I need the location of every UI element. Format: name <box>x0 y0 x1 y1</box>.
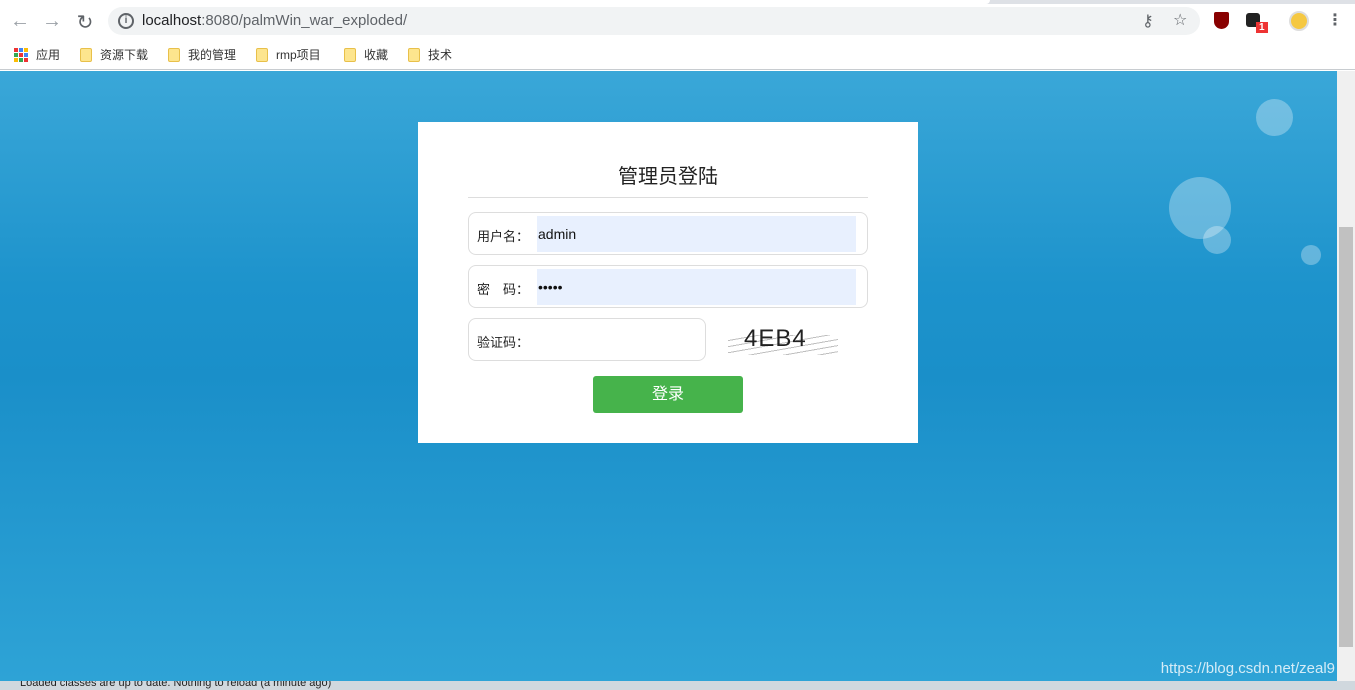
scrollbar-thumb[interactable] <box>1339 227 1353 647</box>
reload-icon[interactable]: ↻ <box>73 10 97 35</box>
watermark: https://blog.csdn.net/zeal9 <box>1160 660 1335 677</box>
bookmark-label: 技术 <box>428 48 453 62</box>
forward-icon[interactable]: → <box>40 10 64 33</box>
captcha-label: 验证码： <box>477 335 530 350</box>
login-button[interactable]: 登录 <box>593 376 743 413</box>
info-icon[interactable]: i <box>118 13 134 29</box>
browser-toolbar: ← → ↻ i localhost:8080/palmWin_war_explo… <box>0 4 1355 38</box>
menu-icon[interactable]: ⋮ <box>1327 10 1343 30</box>
captcha-field[interactable]: 验证码： <box>468 318 706 361</box>
folder-icon <box>80 47 92 62</box>
bookmark-folder[interactable]: 收藏 <box>344 46 388 63</box>
url-path: :8080/palmWin_war_exploded/ <box>201 12 408 29</box>
bookmark-folder[interactable]: 技术 <box>408 46 452 63</box>
password-input[interactable]: ••••• <box>537 269 856 305</box>
url-host: localhost <box>142 12 202 29</box>
bookmark-folder[interactable]: 资源下载 <box>80 46 148 63</box>
star-icon[interactable]: ☆ <box>1173 10 1187 30</box>
login-card: 管理员登陆 用户名： admin 密 码： ••••• 验证码： 4EB4 登录 <box>418 122 918 443</box>
login-title: 管理员登陆 <box>468 160 868 198</box>
bookmarks-bar: 应用 资源下载 我的管理 rmp项目 收藏 技术 <box>0 38 1355 70</box>
address-bar[interactable]: i localhost:8080/palmWin_war_exploded/ ⚷… <box>108 7 1200 35</box>
bookmark-folder[interactable]: 我的管理 <box>168 46 236 63</box>
page-background: 管理员登陆 用户名： admin 密 码： ••••• 验证码： 4EB4 登录… <box>0 71 1337 681</box>
bookmark-label: rmp项目 <box>276 48 321 62</box>
bookmark-apps[interactable]: 应用 <box>14 46 60 63</box>
key-icon[interactable]: ⚷ <box>1142 11 1154 31</box>
username-field: 用户名： admin <box>468 212 868 255</box>
scrollbar[interactable] <box>1337 71 1355 681</box>
bubble <box>1301 245 1321 265</box>
bookmark-label: 应用 <box>36 48 61 62</box>
back-icon[interactable]: ← <box>8 10 32 33</box>
username-input[interactable]: admin <box>537 216 856 252</box>
username-label: 用户名： <box>477 229 530 244</box>
captcha-image[interactable]: 4EB4 <box>728 325 838 359</box>
status-bar: Loaded classes are up to date. Nothing t… <box>0 681 1355 690</box>
folder-icon <box>256 47 268 62</box>
folder-icon <box>168 47 180 62</box>
password-field: 密 码： ••••• <box>468 265 868 308</box>
folder-icon <box>408 47 420 62</box>
avatar[interactable] <box>1289 11 1309 31</box>
bookmark-label: 收藏 <box>364 48 389 62</box>
folder-icon <box>344 47 356 62</box>
bookmark-label: 我的管理 <box>188 48 237 62</box>
password-label: 密 码： <box>477 282 530 297</box>
bookmark-label: 资源下载 <box>100 48 149 62</box>
bubble <box>1203 226 1231 254</box>
bubble <box>1256 99 1293 136</box>
extension-badge: 1 <box>1256 22 1268 33</box>
apps-icon <box>14 47 28 62</box>
bookmark-folder[interactable]: rmp项目 <box>256 46 321 63</box>
ublock-icon[interactable] <box>1214 12 1229 29</box>
